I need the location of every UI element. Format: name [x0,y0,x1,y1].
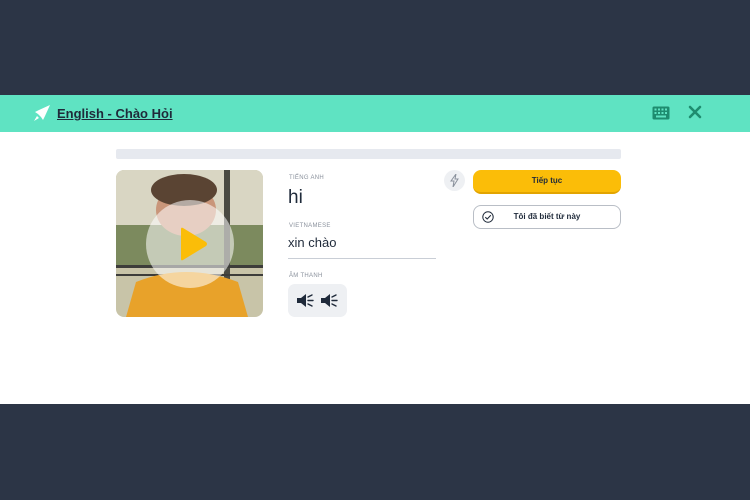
already-know-label: Tôi đã biết từ này [513,212,581,221]
target-word: xin chào [288,235,337,250]
lesson-progress-bar [116,149,621,159]
speaker-slow-icon[interactable] [320,293,338,308]
course-title-link[interactable]: English - Chào Hỏi [57,106,173,121]
target-language-label: VIETNAMESE [289,223,331,229]
keyboard-icon[interactable] [652,106,670,120]
lesson-card: TIẾNG ANH hi VIETNAMESE xin chào ÂM THAN… [0,132,750,404]
audio-label: ÂM THANH [289,273,323,279]
top-bar: English - Chào Hỏi [0,95,750,132]
divider [288,258,436,259]
audio-controls [288,284,347,317]
close-icon[interactable] [688,105,702,119]
video-player[interactable] [116,170,263,317]
play-icon[interactable] [178,227,208,261]
lightning-button[interactable] [444,170,465,191]
rocket-logo-icon [34,105,50,121]
continue-button[interactable]: Tiếp tục [473,170,621,194]
lightning-icon [450,174,459,187]
already-know-button[interactable]: Tôi đã biết từ này [473,205,621,229]
speaker-icon[interactable] [296,293,314,308]
source-language-label: TIẾNG ANH [289,175,325,181]
source-word: hi [288,187,303,208]
